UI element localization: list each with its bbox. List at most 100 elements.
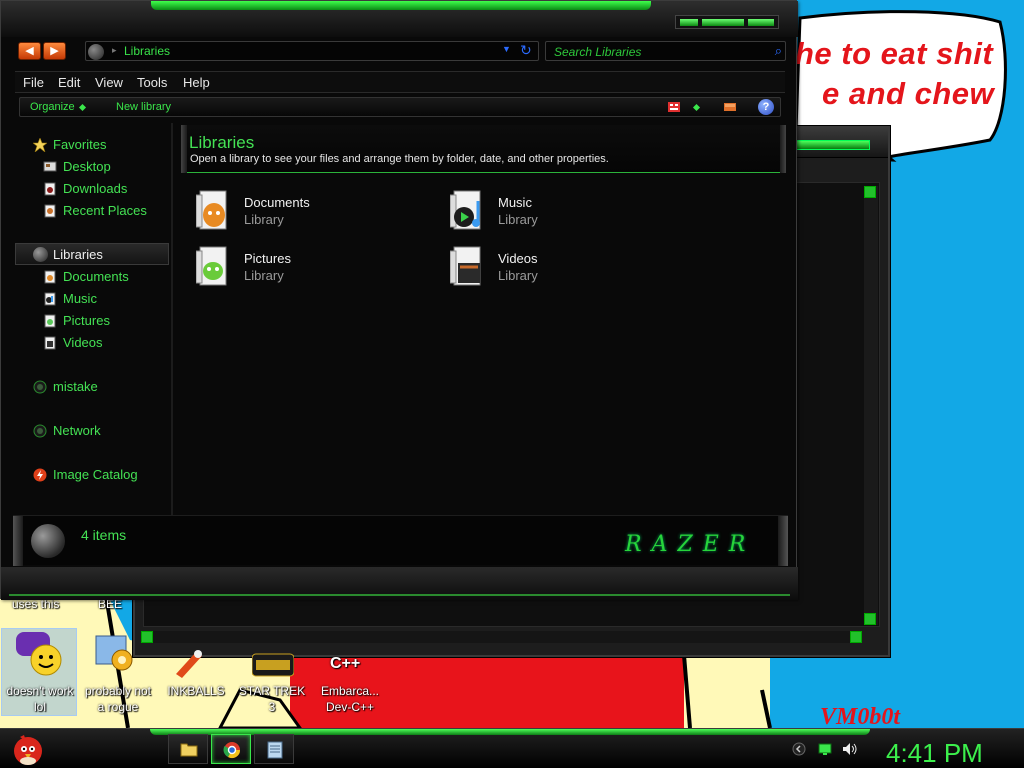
sidebar-label: Downloads (63, 181, 128, 196)
sidebar-item-downloads[interactable]: Downloads (41, 179, 161, 199)
view-options-icon[interactable] (668, 102, 680, 112)
sidebar-item-mistake[interactable]: mistake (31, 377, 151, 397)
network-status-icon[interactable] (818, 742, 832, 756)
library-name: Videos (498, 251, 538, 266)
libraries-large-icon (31, 524, 65, 558)
desktop-icon-label[interactable]: Embarca... Dev-C++ (312, 683, 388, 715)
desktop-icon-label[interactable]: doesn't work lol (2, 683, 78, 715)
address-path[interactable]: Libraries (124, 44, 170, 58)
desktop-icon-label[interactable]: probably not a rogue (80, 683, 156, 715)
search-icon[interactable]: ⌕ (775, 43, 782, 59)
sidebar-item-network[interactable]: Network (31, 421, 151, 441)
organize-dropdown-icon[interactable] (78, 103, 87, 112)
dev-cpp-icon[interactable]: C++ (330, 656, 360, 672)
menu-edit[interactable]: Edit (58, 75, 80, 90)
library-videos[interactable]: Videos Library (450, 243, 670, 291)
yahoo-messenger-icon[interactable] (14, 630, 64, 678)
close-button[interactable] (748, 19, 774, 26)
library-music[interactable]: Music Library (450, 187, 670, 235)
taskbar-chrome-button[interactable] (211, 734, 251, 764)
sidebar-label: Favorites (53, 137, 107, 152)
maximize-button[interactable] (702, 19, 744, 26)
star-trek-icon[interactable] (252, 652, 294, 680)
user-folder-icon (33, 380, 47, 394)
music-icon (44, 292, 56, 306)
navigation-row: ◀ ▶ ▸ Libraries ▼ ↻ ⌕ (1, 41, 798, 63)
library-kind: Library (244, 268, 284, 283)
desktop-icon-label[interactable]: STAR TREK 3 (234, 683, 310, 715)
library-pictures[interactable]: Pictures Library (196, 243, 416, 291)
scroll-left-button[interactable] (141, 631, 153, 643)
library-documents[interactable]: Documents Library (196, 187, 416, 235)
label-line: a rogue (97, 700, 139, 714)
address-dropdown-icon[interactable]: ▼ (502, 44, 511, 54)
new-library-button[interactable]: New library (116, 101, 171, 113)
sidebar-item-documents[interactable]: Documents (41, 267, 161, 287)
sidebar-item-desktop[interactable]: Desktop (41, 157, 161, 177)
sidebar-item-image-catalog[interactable]: Image Catalog (31, 465, 161, 485)
start-button-angry-bird-icon[interactable] (10, 731, 46, 767)
notepad-icon (267, 741, 283, 759)
address-bar[interactable]: ▸ Libraries ▼ ↻ (85, 41, 539, 61)
library-kind: Library (498, 212, 538, 227)
scroll-up-button[interactable] (864, 186, 876, 198)
item-count: 4 items (81, 527, 127, 543)
page-title: Libraries (189, 133, 255, 152)
menu-tools[interactable]: Tools (137, 75, 167, 90)
sidebar-item-libraries[interactable]: Libraries (15, 243, 169, 265)
menu-file[interactable]: File (23, 75, 44, 90)
system-tray: 4:41 PM (780, 734, 1024, 768)
sidebar-label: Recent Places (63, 203, 147, 218)
menu-bar: File Edit View Tools Help (15, 71, 785, 93)
frame-highlight (9, 594, 790, 596)
organize-button[interactable]: Organize (30, 101, 75, 113)
sidebar-item-music[interactable]: Music (41, 289, 161, 309)
forward-button[interactable]: ▶ (43, 42, 66, 60)
menu-view[interactable]: View (95, 75, 123, 90)
pane-divider[interactable] (171, 123, 173, 515)
sidebar-label: Image Catalog (53, 467, 138, 482)
search-input[interactable] (554, 44, 764, 59)
taskbar-explorer-button[interactable] (168, 734, 208, 764)
preview-pane-icon[interactable] (724, 102, 736, 112)
scroll-down-button[interactable] (864, 613, 876, 625)
label-line: probably not (84, 684, 152, 698)
sidebar-label: Network (53, 423, 101, 438)
volume-icon[interactable] (842, 742, 858, 756)
help-icon[interactable]: ? (758, 99, 774, 115)
view-dropdown-icon[interactable] (692, 103, 701, 112)
clock[interactable]: 4:41 PM (886, 738, 983, 768)
inkballs-icon[interactable] (170, 648, 210, 680)
details-right-edge (778, 516, 788, 566)
back-button[interactable]: ◀ (18, 42, 41, 60)
sidebar-item-favorites[interactable]: Favorites (31, 135, 151, 155)
sidebar-item-pictures[interactable]: Pictures (41, 311, 161, 331)
library-name: Documents (244, 195, 310, 210)
label-line: lol (33, 700, 46, 714)
menu-help[interactable]: Help (183, 75, 210, 90)
desktop-icon-label[interactable]: INKBALLS (158, 683, 234, 699)
videos-icon (44, 336, 56, 350)
navigation-pane: Favorites Desktop Downloads Recent Place… (13, 125, 171, 515)
sidebar-item-recent-places[interactable]: Recent Places (41, 201, 171, 221)
details-pane: 4 items RAZER (13, 515, 788, 566)
background-window-controls[interactable] (796, 140, 870, 150)
scroll-right-button[interactable] (850, 631, 862, 643)
search-box[interactable]: ⌕ (545, 41, 786, 61)
taskbar-notepad-button[interactable] (254, 734, 294, 764)
sidebar-label: Libraries (53, 247, 103, 262)
recent-places-icon (44, 204, 56, 218)
explorer-window[interactable]: ◀ ▶ ▸ Libraries ▼ ↻ ⌕ File Edit View Too… (0, 0, 798, 600)
refresh-icon[interactable]: ↻ (520, 42, 532, 59)
vertical-scrollbar[interactable] (864, 186, 878, 625)
sidebar-item-videos[interactable]: Videos (41, 333, 161, 353)
breadcrumb-arrow-icon[interactable]: ▸ (112, 45, 117, 56)
minimize-button[interactable] (680, 19, 698, 26)
show-hidden-icons-icon[interactable] (792, 742, 806, 756)
horizontal-scrollbar[interactable] (141, 631, 862, 643)
window-titlebar[interactable] (1, 1, 798, 37)
wallpaper-text-line2: e and chew (822, 76, 995, 111)
settings-icon[interactable] (92, 630, 140, 678)
sidebar-label: Desktop (63, 159, 111, 174)
library-name: Pictures (244, 251, 291, 266)
